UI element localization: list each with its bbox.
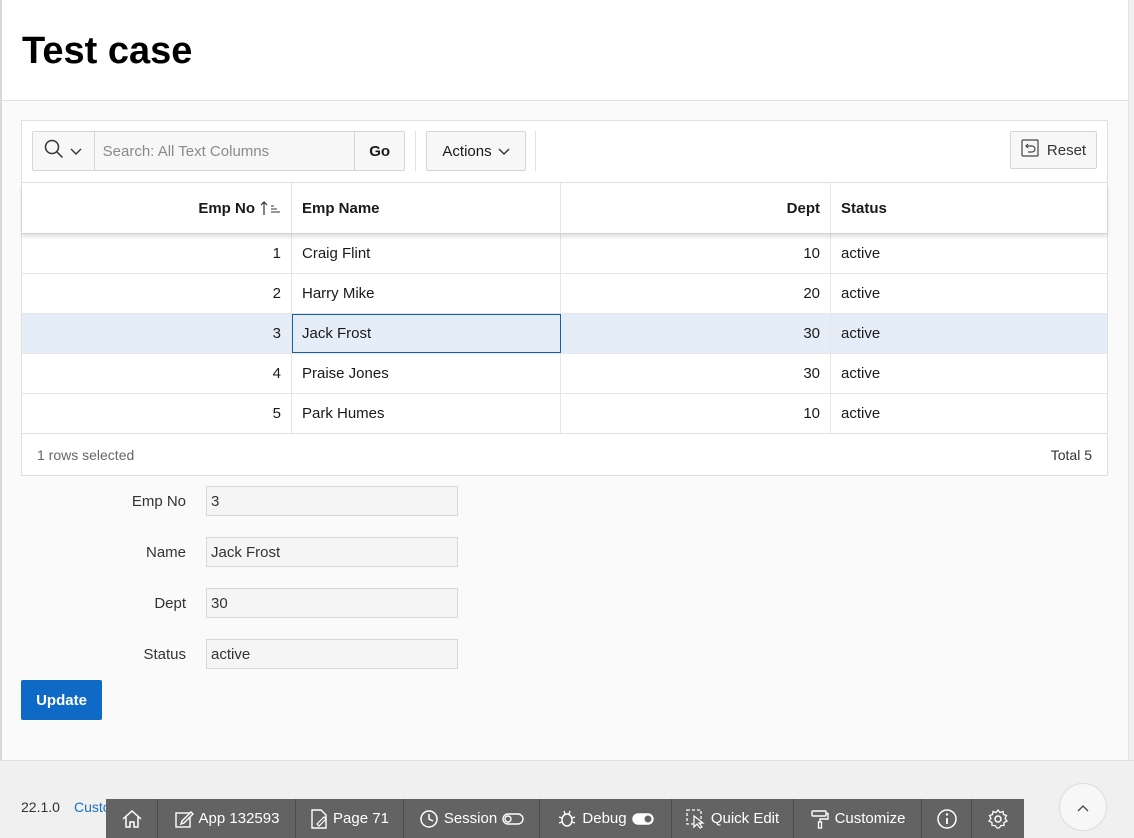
info-icon (936, 808, 958, 830)
cell-dept[interactable]: 20 (561, 274, 831, 313)
grid-footer: 1 rows selected Total 5 (22, 433, 1107, 476)
dev-page-button[interactable]: Page 71 (296, 799, 404, 838)
cell-emp-name[interactable]: Harry Mike (292, 274, 561, 313)
grid-toolbar: Go Actions Reset (22, 121, 1107, 183)
column-header-emp-name[interactable]: Emp Name (292, 183, 561, 233)
version-text: 22.1.0 (21, 799, 60, 815)
column-header-status[interactable]: Status (831, 183, 1107, 233)
name-label: Name (145, 544, 186, 561)
form-row-dept: Dept (21, 588, 461, 618)
toggle-off-icon (502, 812, 524, 825)
status-field[interactable] (206, 639, 458, 669)
dev-app-label: App 132593 (198, 810, 280, 827)
toolbar-divider (415, 131, 416, 171)
developer-toolbar: App 132593 Page 71 Session Debug Quick E… (106, 799, 1024, 838)
actions-label: Actions (442, 142, 492, 160)
search-icon (44, 139, 64, 163)
column-header-dept[interactable]: Dept (561, 183, 831, 233)
dev-debug-label: Debug (582, 810, 627, 827)
dev-app-button[interactable]: App 132593 (158, 799, 296, 838)
reset-label: Reset (1046, 141, 1087, 159)
search-column-menu-button[interactable] (33, 132, 95, 170)
cell-emp-name-focused[interactable]: Jack Frost (292, 314, 561, 353)
grid-header-row: Emp No Emp Name Dept Status (22, 183, 1107, 234)
dev-quick-edit-label: Quick Edit (710, 810, 780, 827)
form-row-name: Name (21, 537, 461, 567)
dev-customize-label: Customize (834, 810, 906, 827)
actions-menu-button[interactable]: Actions (426, 131, 526, 171)
gear-icon (987, 808, 1009, 830)
cell-emp-name[interactable]: Park Humes (292, 394, 561, 433)
go-button[interactable]: Go (354, 132, 404, 170)
dev-debug-button[interactable]: Debug (540, 799, 672, 838)
cell-emp-no[interactable]: 1 (22, 234, 292, 273)
dev-page-label: Page 71 (333, 810, 389, 827)
vertical-scrollbar[interactable] (1128, 0, 1134, 760)
selection-count: 1 rows selected (37, 447, 135, 463)
left-border (0, 0, 2, 760)
dev-home-button[interactable] (106, 799, 158, 838)
cell-emp-name[interactable]: Praise Jones (292, 354, 561, 393)
cell-dept[interactable]: 30 (561, 354, 831, 393)
table-row[interactable]: 5 Park Humes 10 active (22, 394, 1107, 434)
table-row[interactable]: 4 Praise Jones 30 active (22, 354, 1107, 394)
dev-settings-button[interactable] (972, 799, 1024, 838)
cell-emp-name[interactable]: Craig Flint (292, 234, 561, 273)
search-input[interactable] (94, 132, 355, 170)
chevron-down-icon (498, 143, 510, 160)
quick-edit-icon (686, 808, 706, 829)
table-row-selected[interactable]: 3 Jack Frost 30 active (22, 314, 1107, 354)
toolbar-divider (535, 131, 536, 171)
paint-roller-icon (810, 809, 830, 829)
history-icon (419, 809, 439, 829)
cell-dept[interactable]: 10 (561, 394, 831, 433)
cell-status[interactable]: active (831, 314, 1107, 353)
chevron-down-icon (70, 143, 82, 160)
cell-dept[interactable]: 30 (561, 314, 831, 353)
table-row[interactable]: 1 Craig Flint 10 active (22, 234, 1107, 274)
status-label: Status (143, 646, 186, 663)
scroll-to-top-button[interactable] (1059, 783, 1107, 831)
total-count: Total 5 (1050, 447, 1092, 463)
cell-status[interactable]: active (831, 234, 1107, 273)
dev-session-button[interactable]: Session (404, 799, 540, 838)
toggle-on-icon (631, 812, 654, 825)
cell-status[interactable]: active (831, 274, 1107, 313)
cell-status[interactable]: active (831, 394, 1107, 433)
page-icon (310, 808, 328, 829)
dev-session-label: Session (443, 810, 498, 827)
dept-label: Dept (154, 595, 186, 612)
cell-dept[interactable]: 10 (561, 234, 831, 273)
cell-status[interactable]: active (831, 354, 1107, 393)
bug-icon (557, 809, 577, 829)
search-group: Go (32, 131, 405, 171)
column-header-label: Emp No (198, 199, 255, 217)
dept-field[interactable] (206, 588, 458, 618)
chevron-up-icon (1077, 799, 1089, 816)
emp-no-field[interactable] (206, 486, 458, 516)
cell-emp-no[interactable]: 3 (22, 314, 292, 353)
edit-icon (174, 809, 194, 829)
reset-button[interactable]: Reset (1010, 131, 1097, 169)
data-grid: Emp No Emp Name Dept Status 1 Craig Flin… (22, 182, 1107, 434)
cell-emp-no[interactable]: 2 (22, 274, 292, 313)
sort-ascending-icon (259, 200, 281, 216)
emp-no-label: Emp No (131, 493, 186, 510)
cell-emp-no[interactable]: 4 (22, 354, 292, 393)
dev-customize-button[interactable]: Customize (794, 799, 922, 838)
interactive-grid-region: Go Actions Reset Emp No Emp Name (21, 120, 1108, 476)
name-field[interactable] (206, 537, 458, 567)
table-row[interactable]: 2 Harry Mike 20 active (22, 274, 1107, 314)
home-icon (121, 809, 143, 829)
dev-quick-edit-button[interactable]: Quick Edit (672, 799, 794, 838)
dev-info-button[interactable] (922, 799, 972, 838)
column-header-emp-no[interactable]: Emp No (22, 183, 292, 233)
page-title: Test case (22, 30, 193, 72)
form-row-emp-no: Emp No (21, 486, 461, 516)
update-button[interactable]: Update (21, 680, 102, 720)
cell-emp-no[interactable]: 5 (22, 394, 292, 433)
form-row-status: Status (21, 639, 461, 669)
page-header: Test case (2, 0, 1128, 101)
undo-icon (1021, 139, 1039, 161)
